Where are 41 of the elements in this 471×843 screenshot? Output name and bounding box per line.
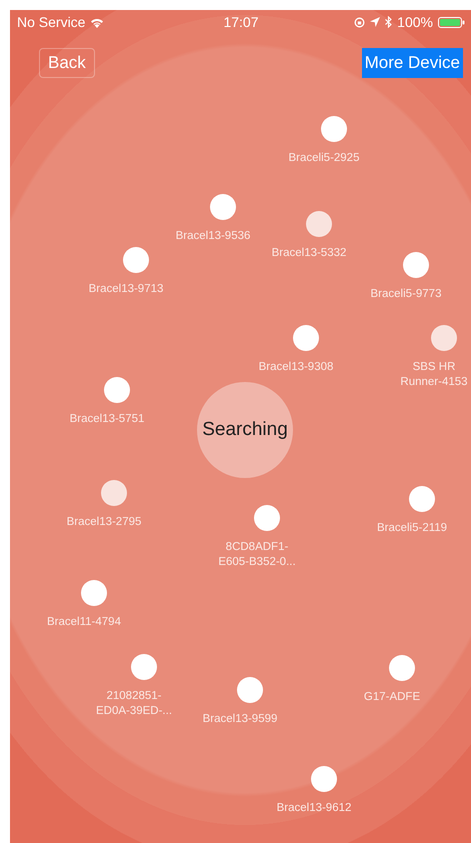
device-name[interactable]: G17-ADFE xyxy=(332,690,452,705)
device-name[interactable]: Braceli5-2925 xyxy=(264,151,384,166)
device-name[interactable]: Braceli5-9773 xyxy=(346,287,466,302)
device-dot[interactable] xyxy=(210,194,236,220)
device-dot[interactable] xyxy=(254,505,280,531)
more-device-button[interactable]: More Device xyxy=(362,48,463,78)
device-dot[interactable] xyxy=(321,116,347,142)
device-dot[interactable] xyxy=(311,766,337,792)
back-button[interactable]: Back xyxy=(39,48,95,78)
carrier-text: No Service xyxy=(17,14,86,30)
device-dot[interactable] xyxy=(403,252,429,278)
device-dot[interactable] xyxy=(131,654,157,680)
rotation-lock-icon xyxy=(354,16,366,28)
device-dot[interactable] xyxy=(101,480,127,506)
battery-icon xyxy=(438,16,465,28)
device-dot[interactable] xyxy=(81,580,107,606)
clock-text: 17:07 xyxy=(223,14,259,30)
device-dot[interactable] xyxy=(123,247,149,273)
device-dot[interactable] xyxy=(104,377,130,403)
device-name[interactable]: 8CD8ADF1- E605-B352-0... xyxy=(197,540,317,570)
device-name[interactable]: Bracel13-9713 xyxy=(66,282,186,297)
device-name[interactable]: SBS HR Runner-4153 xyxy=(374,360,471,390)
battery-percent-text: 100% xyxy=(397,14,433,30)
device-dot[interactable] xyxy=(293,325,319,351)
device-dot[interactable] xyxy=(306,211,332,237)
device-name[interactable]: Bracel13-9308 xyxy=(236,360,356,375)
device-dot[interactable] xyxy=(431,325,457,351)
wifi-icon xyxy=(90,16,104,28)
bluetooth-icon xyxy=(385,16,392,28)
device-name[interactable]: Bracel13-2795 xyxy=(44,515,164,530)
device-dot[interactable] xyxy=(389,655,415,681)
device-name[interactable]: Bracel13-5751 xyxy=(47,412,167,427)
device-name[interactable]: Braceli5-2119 xyxy=(352,521,471,536)
device-dot[interactable] xyxy=(237,677,263,703)
location-arrow-icon xyxy=(370,17,380,27)
device-name[interactable]: Bracel11-4794 xyxy=(24,615,144,630)
searching-indicator: Searching xyxy=(197,382,293,478)
device-name[interactable]: Bracel13-9612 xyxy=(254,801,374,816)
device-name[interactable]: Bracel13-9536 xyxy=(153,229,273,244)
device-name[interactable]: Bracel13-5332 xyxy=(249,246,369,261)
device-dot[interactable] xyxy=(409,486,435,512)
